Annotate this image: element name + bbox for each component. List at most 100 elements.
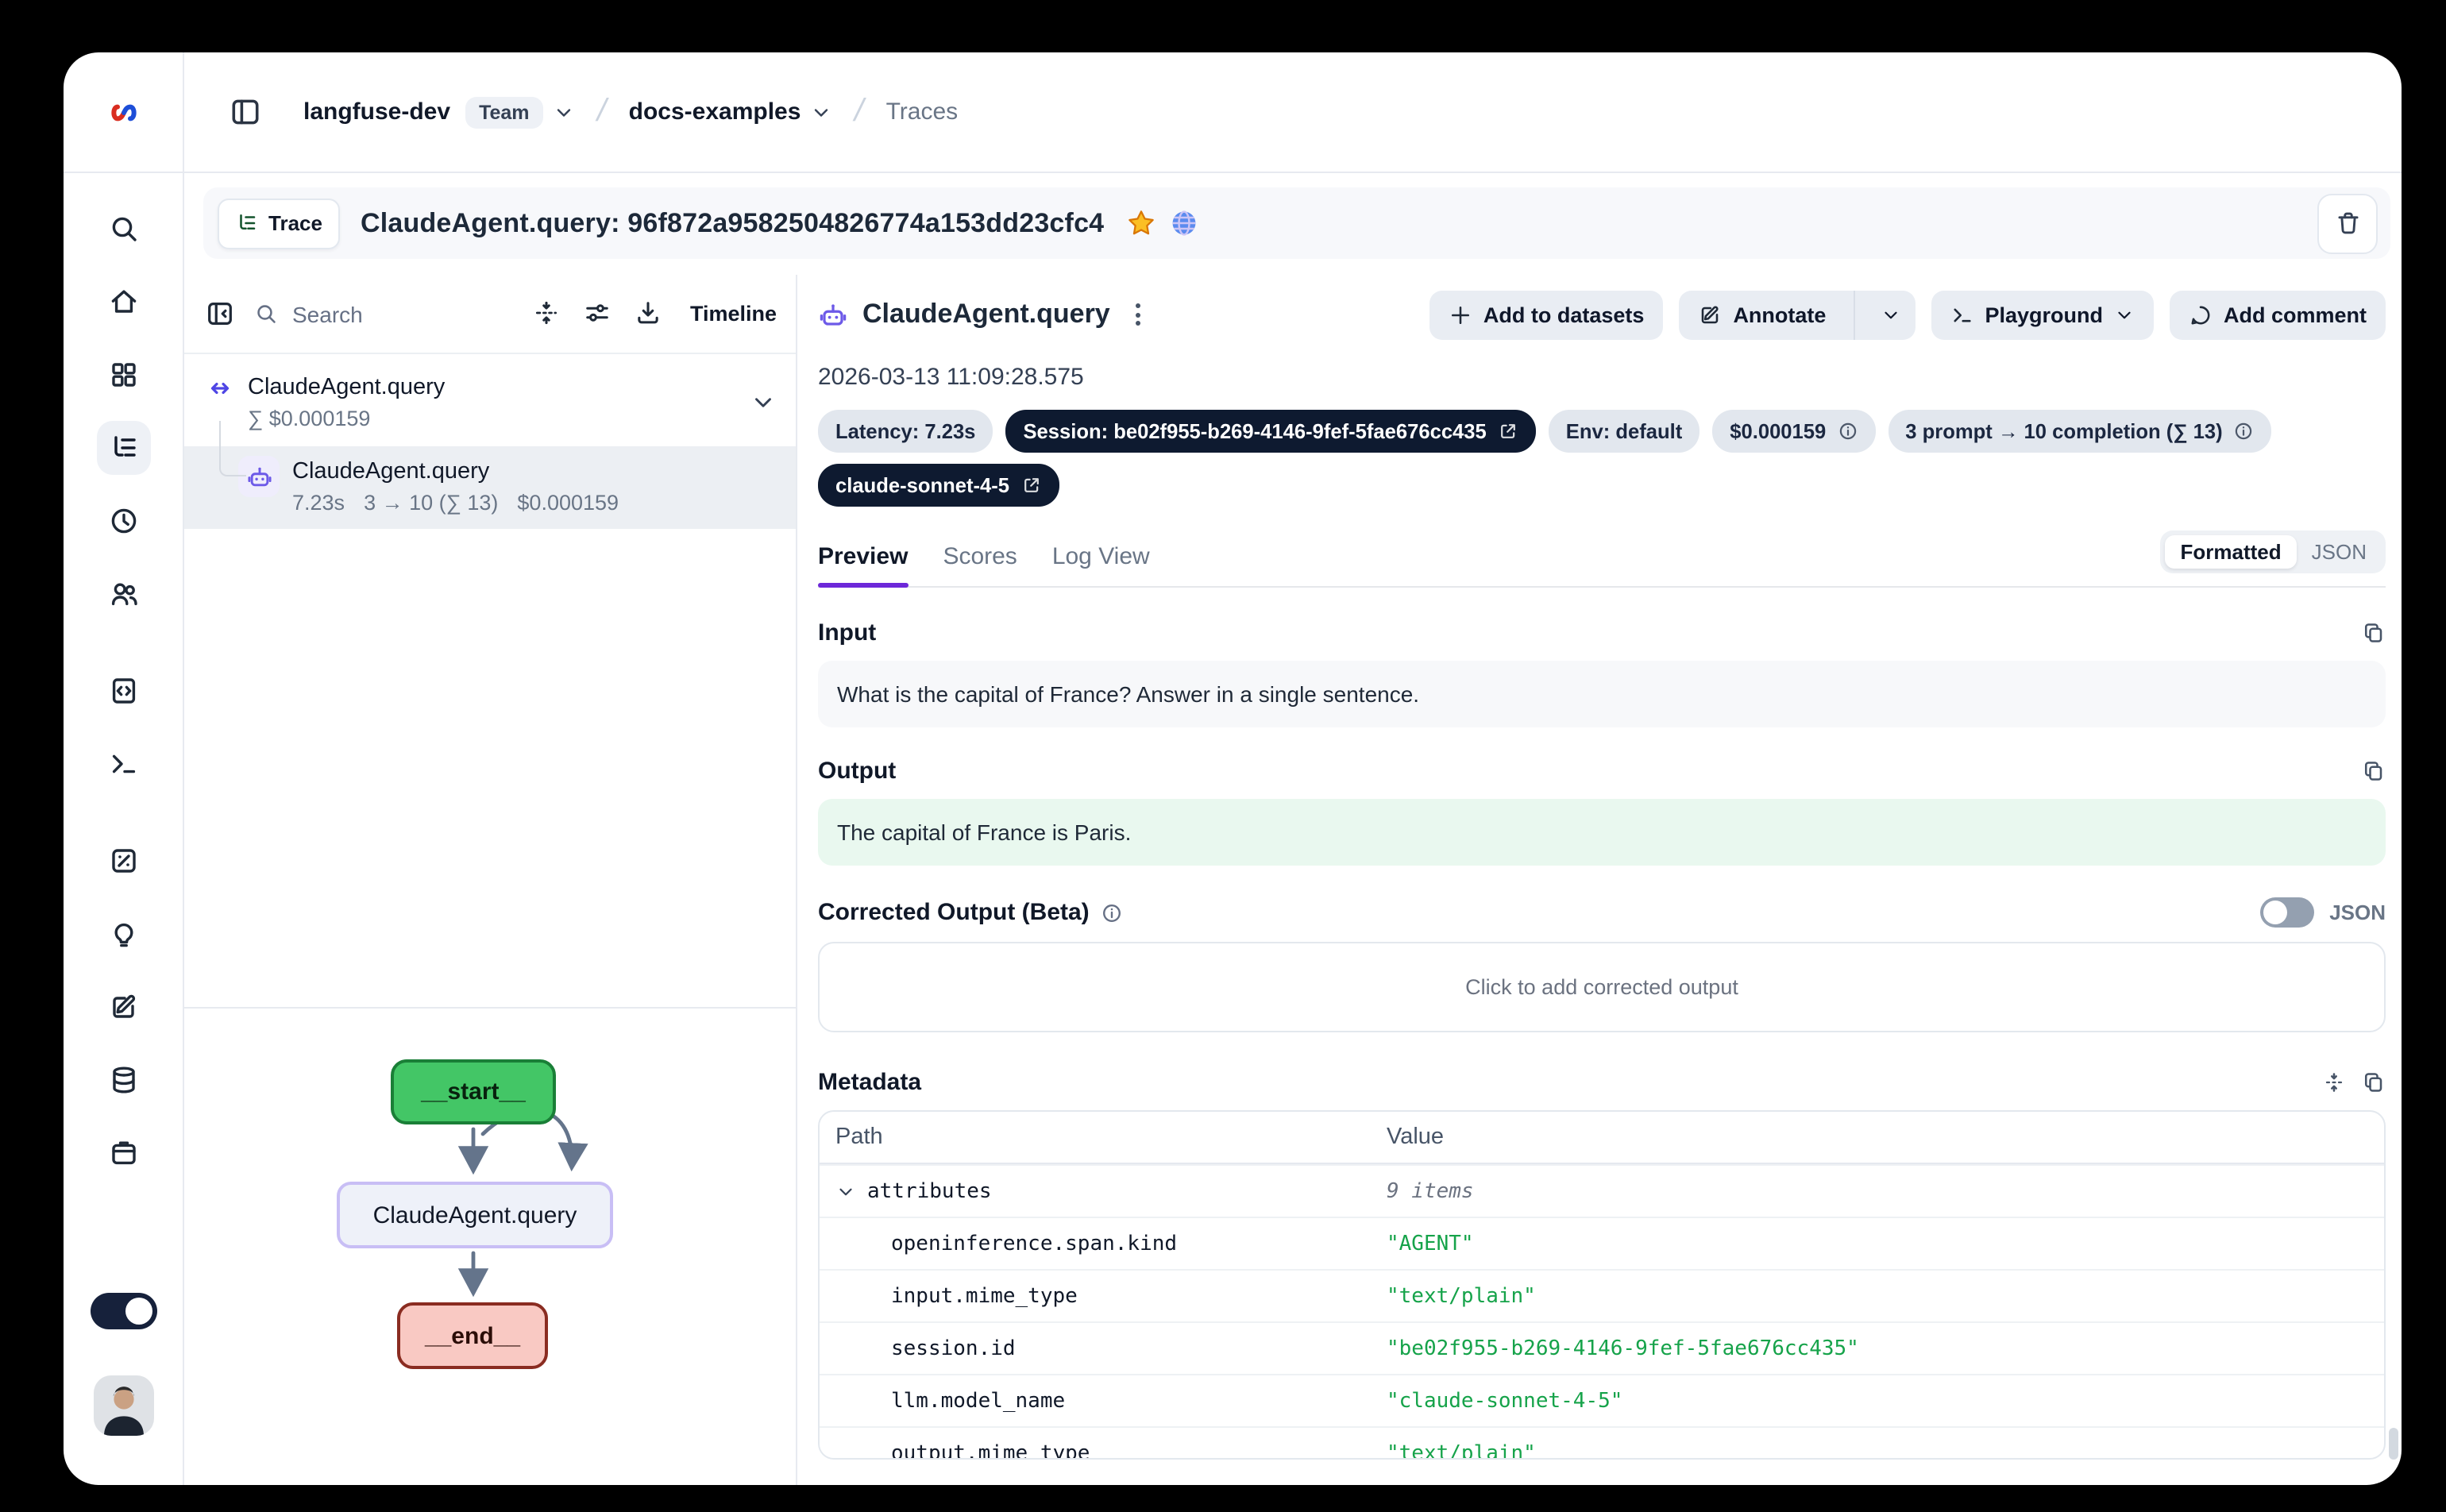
- output-section-header: Output: [818, 758, 2386, 785]
- breadcrumb-page[interactable]: Traces: [886, 98, 959, 125]
- tree-connector: [219, 421, 246, 476]
- metadata-label: Metadata: [818, 1069, 921, 1096]
- dashboards-icon[interactable]: [107, 359, 139, 391]
- insights-lightbulb-icon[interactable]: [107, 918, 139, 950]
- timeline-toggle-label[interactable]: Timeline: [690, 302, 777, 326]
- add-to-datasets-button[interactable]: Add to datasets: [1429, 290, 1664, 339]
- playground-terminal-icon[interactable]: [107, 748, 139, 780]
- breadcrumb-project[interactable]: docs-examples: [629, 98, 801, 125]
- format-formatted-option[interactable]: Formatted: [2165, 535, 2297, 569]
- tree-row-child-selected[interactable]: ClaudeAgent.query 7.23s 3 → 10 (∑ 13) $0…: [184, 446, 796, 529]
- value-column-header: Value: [1387, 1124, 2368, 1150]
- models-box-icon[interactable]: [107, 1137, 139, 1169]
- format-segmented-control: Formatted JSON: [2160, 530, 2386, 573]
- group-chevron-icon[interactable]: [835, 1181, 856, 1202]
- content-panels: Timeline ClaudeAgent.query ∑ $0.000159: [184, 275, 2402, 1485]
- tree-search-input[interactable]: [289, 299, 438, 328]
- sidebar-toggle-icon[interactable]: [229, 95, 262, 129]
- tab-scores[interactable]: Scores: [943, 543, 1017, 586]
- kebab-menu-icon[interactable]: [1129, 297, 1147, 332]
- users-icon[interactable]: [107, 578, 139, 610]
- breadcrumb-separator: /: [851, 94, 868, 130]
- theme-toggle[interactable]: [90, 1293, 156, 1329]
- badge-list: Latency: 7.23s Session: be02f955-b269-41…: [818, 410, 2386, 507]
- corrected-output-label: Corrected Output (Beta): [818, 899, 1090, 926]
- metadata-table: Path Value attributes 9 items openinfere…: [818, 1110, 2386, 1460]
- copy-icon[interactable]: [2362, 759, 2386, 783]
- root-span-name: ClaudeAgent.query: [248, 372, 445, 403]
- org-logo[interactable]: [64, 52, 183, 172]
- terminal-icon: [1950, 303, 1973, 326]
- info-icon: [1101, 901, 1123, 924]
- plus-icon: [1449, 303, 1472, 326]
- collapse-panel-icon[interactable]: [205, 299, 235, 329]
- corrected-json-toggle[interactable]: [2259, 897, 2313, 928]
- annotate-dropdown-chevron-icon[interactable]: [1865, 290, 1915, 339]
- org-chevron-down-icon[interactable]: [554, 101, 576, 123]
- metadata-row: llm.model_name "claude-sonnet-4-5": [820, 1374, 2384, 1426]
- corrected-output-placeholder[interactable]: Click to add corrected output: [818, 942, 2386, 1032]
- settings-sliders-icon[interactable]: [584, 299, 614, 329]
- tree-toolbar-actions: Timeline: [533, 299, 777, 329]
- detail-actions: Add to datasets Annotate Playground: [1429, 290, 2386, 339]
- graph-node-start[interactable]: __start__: [391, 1059, 556, 1124]
- annotate-split-button[interactable]: Annotate: [1679, 290, 1915, 339]
- add-comment-button[interactable]: Add comment: [2170, 290, 2386, 339]
- graph-node-end[interactable]: __end__: [397, 1302, 548, 1369]
- expand-rows-icon[interactable]: [2322, 1070, 2346, 1094]
- trace-tree-icon: [235, 211, 259, 235]
- trash-icon: [2334, 210, 2361, 237]
- scrollbar-thumb[interactable]: [2389, 1428, 2398, 1460]
- agent-robot-icon: [818, 299, 848, 330]
- evaluation-icon[interactable]: [107, 845, 139, 877]
- cost-badge: $0.000159: [1712, 410, 1875, 453]
- org-type-badge: Team: [465, 96, 543, 128]
- metadata-row: openinference.span.kind "AGENT": [820, 1217, 2384, 1269]
- annotate-pen-icon: [1698, 303, 1722, 326]
- session-badge[interactable]: Session: be02f955-b269-4146-9fef-5fae676…: [1005, 410, 1535, 453]
- agent-graph: __start__ ClaudeAgent.query __end__: [184, 1007, 796, 1485]
- graph-node-agent[interactable]: ClaudeAgent.query: [337, 1182, 613, 1248]
- toggle-knob: [125, 1298, 152, 1325]
- home-icon[interactable]: [107, 286, 139, 318]
- metadata-row: input.mime_type "text/plain": [820, 1269, 2384, 1321]
- env-badge: Env: default: [1549, 410, 1699, 453]
- prompts-icon[interactable]: [107, 675, 139, 707]
- sessions-clock-icon[interactable]: [107, 505, 139, 537]
- metadata-row-group: attributes 9 items: [820, 1164, 2384, 1217]
- delete-trace-button[interactable]: [2317, 193, 2378, 253]
- datasets-database-icon[interactable]: [107, 1064, 139, 1096]
- project-chevron-down-icon[interactable]: [810, 101, 832, 123]
- external-link-icon: [1498, 421, 1518, 442]
- tree-row-root[interactable]: ClaudeAgent.query ∑ $0.000159: [184, 364, 796, 442]
- user-avatar[interactable]: [93, 1375, 153, 1436]
- annotation-queues-icon[interactable]: [107, 991, 139, 1023]
- bookmark-star-icon[interactable]: [1126, 208, 1156, 238]
- download-icon[interactable]: [635, 299, 665, 329]
- latency-badge: Latency: 7.23s: [818, 410, 993, 453]
- comment-bubble-icon: [2189, 303, 2213, 326]
- copy-icon[interactable]: [2362, 1070, 2386, 1094]
- playground-button[interactable]: Playground: [1931, 290, 2154, 339]
- breadcrumb-separator: /: [594, 94, 611, 130]
- trace-span-icon: [206, 375, 233, 402]
- tracing-tree-icon: [107, 432, 139, 464]
- tab-preview[interactable]: Preview: [818, 543, 908, 586]
- root-span-cost: ∑ $0.000159: [248, 403, 445, 434]
- tree-search: [254, 299, 533, 328]
- tab-log-view[interactable]: Log View: [1052, 543, 1150, 586]
- format-json-option[interactable]: JSON: [2297, 535, 2381, 569]
- path-column-header: Path: [835, 1124, 1387, 1150]
- model-badge[interactable]: claude-sonnet-4-5: [818, 464, 1059, 507]
- input-content: What is the capital of France? Answer in…: [818, 661, 2386, 727]
- metadata-header: Metadata: [818, 1069, 2386, 1096]
- trace-title-bar: Trace ClaudeAgent.query: 96f872a95825048…: [203, 187, 2390, 259]
- collapse-chevron-icon[interactable]: [750, 389, 777, 416]
- breadcrumb-org[interactable]: langfuse-dev: [303, 98, 450, 125]
- fold-vertical-icon[interactable]: [533, 299, 563, 329]
- copy-icon[interactable]: [2362, 621, 2386, 645]
- trace-tree-panel: Timeline ClaudeAgent.query ∑ $0.000159: [184, 275, 797, 1485]
- search-icon[interactable]: [107, 213, 139, 245]
- tracing-nav-active[interactable]: [96, 421, 150, 475]
- public-globe-icon[interactable]: [1169, 208, 1199, 238]
